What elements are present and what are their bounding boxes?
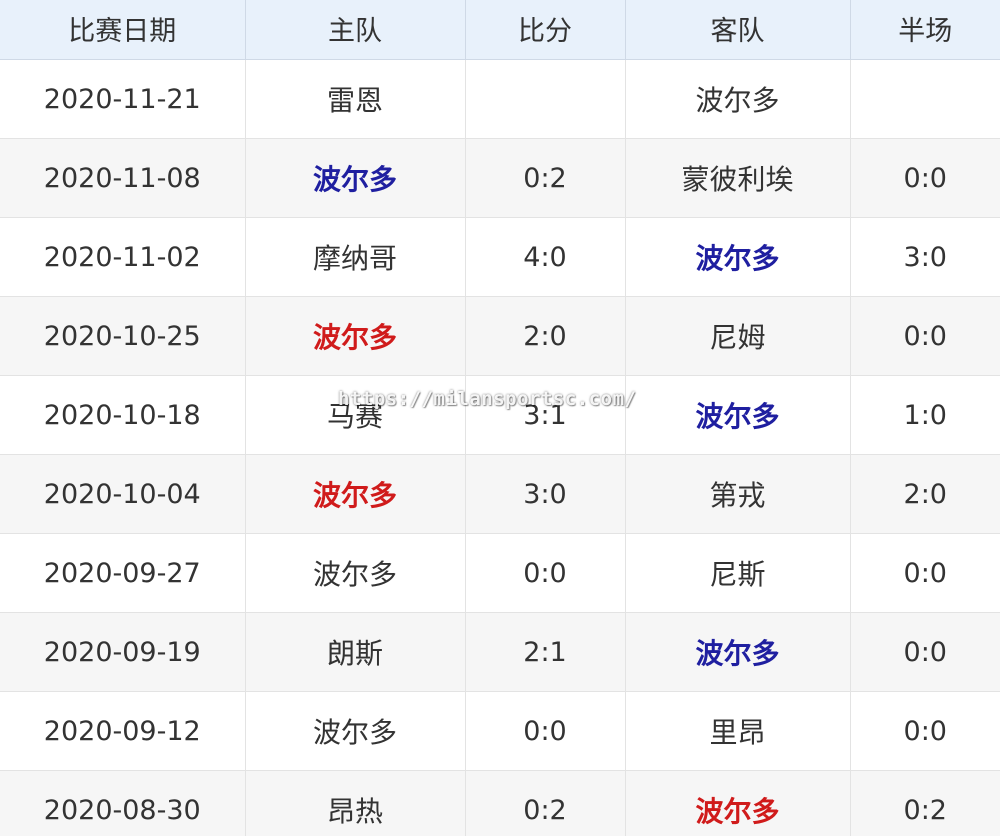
away-team-cell: 波尔多 [625,59,851,139]
half-score-cell: 0:2 [850,770,1000,836]
away-team[interactable]: 蒙彼利埃 [681,163,793,196]
table-row: 2020-11-21 雷恩 波尔多 [0,59,1000,139]
date-cell: 2020-09-12 [0,691,246,771]
date-cell: 2020-10-25 [0,296,246,376]
header-away: 客队 [625,0,851,60]
home-team-cell: 朗斯 [245,612,466,692]
away-team[interactable]: 波尔多 [695,400,779,433]
home-team-cell: 马赛 [245,375,466,455]
half-score-cell [850,59,1000,139]
table-row: 2020-10-25 波尔多 2:0 尼姆 0:0 [0,296,1000,376]
table-row: 2020-11-08 波尔多 0:2 蒙彼利埃 0:0 [0,138,1000,218]
date-cell: 2020-11-08 [0,138,246,218]
away-team-cell: 波尔多 [625,217,851,297]
away-team-cell: 波尔多 [625,375,851,455]
home-team-cell: 波尔多 [245,533,466,613]
home-team-cell: 波尔多 [245,691,466,771]
home-team-cell: 摩纳哥 [245,217,466,297]
home-team[interactable]: 雷恩 [327,84,383,117]
half-score-cell: 1:0 [850,375,1000,455]
half-score-cell: 0:0 [850,612,1000,692]
date-cell: 2020-11-21 [0,59,246,139]
away-team-cell: 尼斯 [625,533,851,613]
page: 比赛日期 主队 比分 客队 半场 2020-11-21 雷恩 波尔多 2020-… [0,0,1000,836]
home-team[interactable]: 朗斯 [327,637,383,670]
away-team[interactable]: 波尔多 [695,795,779,828]
table-header-row: 比赛日期 主队 比分 客队 半场 [0,0,1000,60]
score-cell: 4:0 [465,217,626,297]
away-team[interactable]: 第戎 [709,479,765,512]
home-team-cell: 昂热 [245,770,466,836]
away-team-cell: 波尔多 [625,770,851,836]
table-row: 2020-09-19 朗斯 2:1 波尔多 0:0 [0,612,1000,692]
half-score-cell: 0:0 [850,296,1000,376]
score-cell: 0:0 [465,533,626,613]
home-team[interactable]: 波尔多 [313,321,397,354]
home-team[interactable]: 波尔多 [313,163,397,196]
table-row: 2020-11-02 摩纳哥 4:0 波尔多 3:0 [0,217,1000,297]
score-cell: 2:0 [465,296,626,376]
home-team[interactable]: 波尔多 [313,558,397,591]
away-team[interactable]: 尼姆 [709,321,765,354]
table-row: 2020-10-18 马赛 3:1 波尔多 1:0 [0,375,1000,455]
date-cell: 2020-09-27 [0,533,246,613]
date-cell: 2020-09-19 [0,612,246,692]
header-date: 比赛日期 [0,0,246,60]
half-score-cell: 0:0 [850,691,1000,771]
home-team[interactable]: 摩纳哥 [313,242,397,275]
score-cell [465,59,626,139]
table-row: 2020-09-27 波尔多 0:0 尼斯 0:0 [0,533,1000,613]
away-team[interactable]: 尼斯 [709,558,765,591]
away-team[interactable]: 波尔多 [695,242,779,275]
score-cell: 2:1 [465,612,626,692]
away-team[interactable]: 波尔多 [695,84,779,117]
away-team-cell: 波尔多 [625,612,851,692]
header-score: 比分 [465,0,626,60]
date-cell: 2020-11-02 [0,217,246,297]
home-team[interactable]: 马赛 [327,400,383,433]
half-score-cell: 0:0 [850,533,1000,613]
home-team[interactable]: 昂热 [327,795,383,828]
away-team[interactable]: 里昂 [709,716,765,749]
home-team[interactable]: 波尔多 [313,716,397,749]
table-row: 2020-09-12 波尔多 0:0 里昂 0:0 [0,691,1000,771]
away-team-cell: 里昂 [625,691,851,771]
away-team-cell: 尼姆 [625,296,851,376]
date-cell: 2020-08-30 [0,770,246,836]
score-cell: 0:2 [465,138,626,218]
home-team-cell: 波尔多 [245,138,466,218]
header-home: 主队 [245,0,466,60]
header-half: 半场 [850,0,1000,60]
date-cell: 2020-10-04 [0,454,246,534]
home-team-cell: 波尔多 [245,296,466,376]
away-team-cell: 蒙彼利埃 [625,138,851,218]
table-row: 2020-10-04 波尔多 3:0 第戎 2:0 [0,454,1000,534]
score-cell: 0:2 [465,770,626,836]
half-score-cell: 2:0 [850,454,1000,534]
score-cell: 0:0 [465,691,626,771]
date-cell: 2020-10-18 [0,375,246,455]
away-team[interactable]: 波尔多 [695,637,779,670]
half-score-cell: 0:0 [850,138,1000,218]
home-team[interactable]: 波尔多 [313,479,397,512]
score-cell: 3:1 [465,375,626,455]
home-team-cell: 波尔多 [245,454,466,534]
home-team-cell: 雷恩 [245,59,466,139]
table-row: 2020-08-30 昂热 0:2 波尔多 0:2 [0,770,1000,836]
half-score-cell: 3:0 [850,217,1000,297]
away-team-cell: 第戎 [625,454,851,534]
score-cell: 3:0 [465,454,626,534]
match-results-table: 比赛日期 主队 比分 客队 半场 2020-11-21 雷恩 波尔多 2020-… [0,0,1000,836]
